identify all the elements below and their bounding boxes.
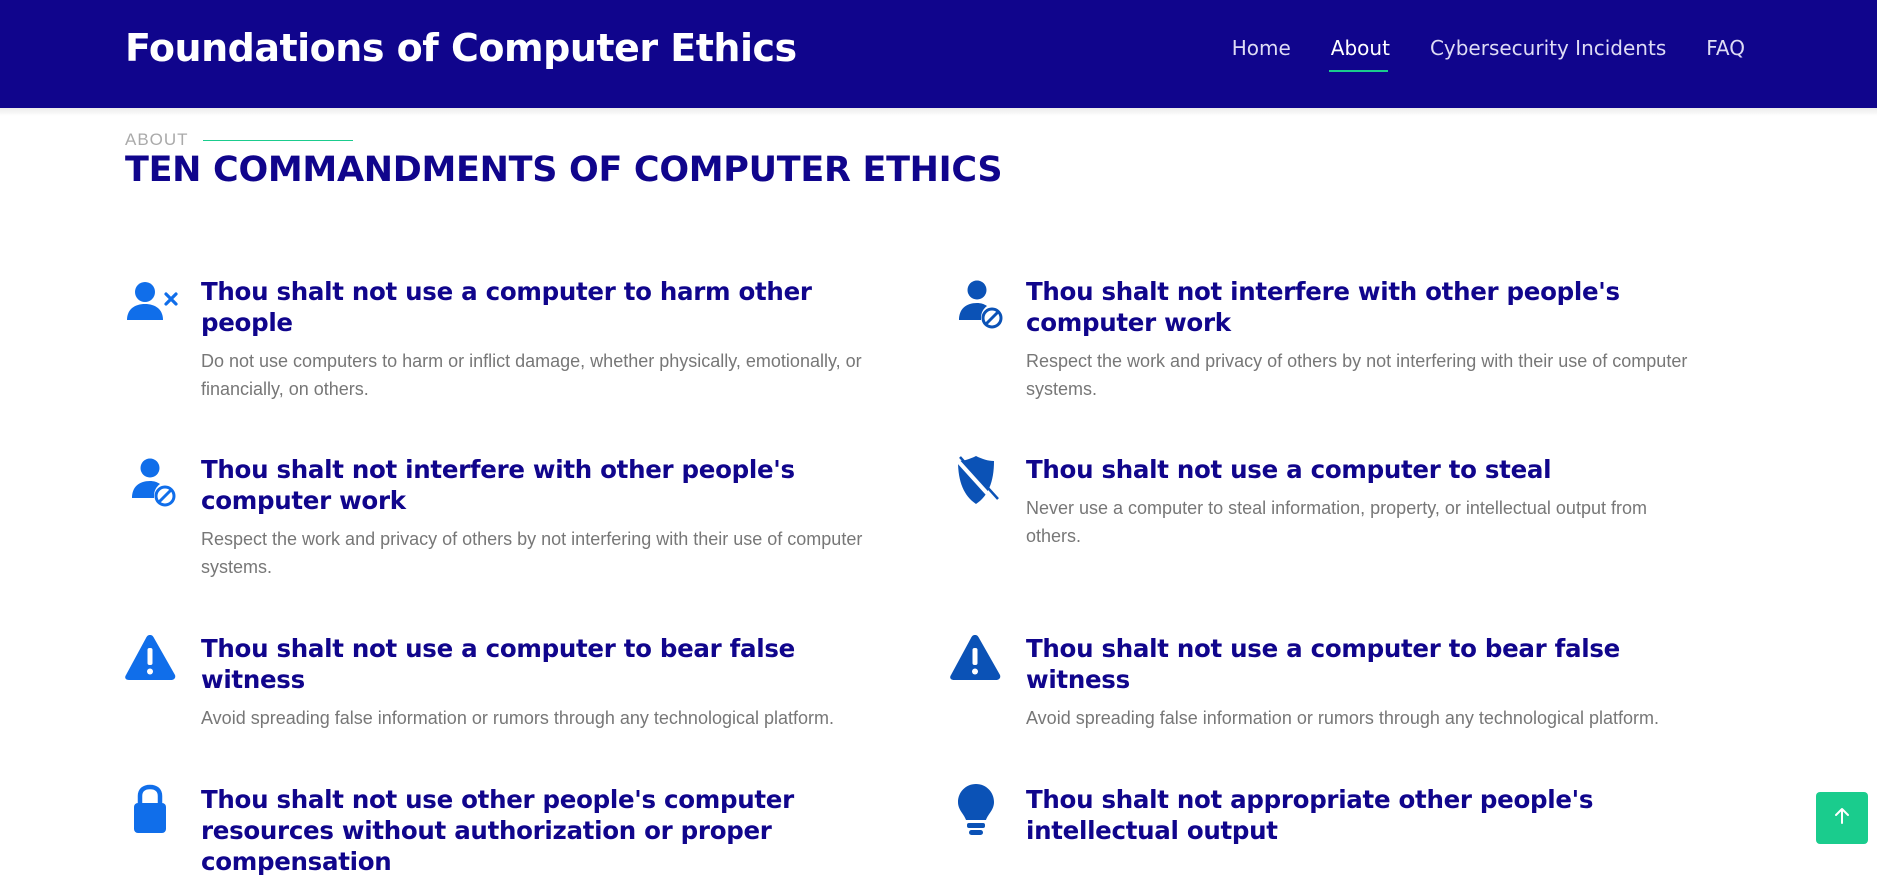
commandment-description: Never use a computer to steal informatio… — [1026, 498, 1647, 546]
commandment-title: Thou shalt not interfere with other peop… — [201, 455, 795, 515]
nav-home[interactable]: Home — [1232, 36, 1291, 72]
commandment-title: Thou shalt not use a computer to bear fa… — [1026, 634, 1620, 694]
commandment-title: Thou shalt not use other people's comput… — [201, 785, 794, 876]
commandment-title: Thou shalt not use a computer to bear fa… — [201, 634, 795, 694]
commandment-description: Avoid spreading false information or rum… — [201, 708, 835, 728]
section-kicker-label: ABOUT — [125, 130, 189, 149]
main-nav: Home About Cybersecurity Incidents FAQ — [1232, 36, 1745, 72]
top-header: Foundations of Computer Ethics Home Abou… — [0, 0, 1877, 108]
commandment-description: Avoid spreading false information or rum… — [1026, 708, 1660, 728]
commandment-title: Thou shalt not appropriate other people'… — [1026, 785, 1594, 845]
arrow-up-icon — [1832, 806, 1852, 831]
user-slash-icon — [125, 454, 181, 510]
commandment-title: Thou shalt not use a computer to harm ot… — [201, 277, 812, 337]
lock-icon — [125, 784, 181, 840]
section-title: TEN COMMANDMENTS OF COMPUTER ETHICS — [125, 150, 1003, 190]
section-kicker-line — [202, 139, 353, 141]
warning-icon — [125, 633, 181, 689]
lightbulb-icon — [950, 784, 1006, 840]
back-to-top-button[interactable] — [1816, 792, 1868, 844]
section-kicker: ABOUT — [125, 130, 353, 150]
commandment-description: Do not use computers to harm or inflict … — [201, 351, 862, 399]
user-slash-icon — [950, 276, 1006, 332]
commandment-description: Respect the work and privacy of others b… — [201, 529, 863, 577]
commandment-title: Thou shalt not interfere with other peop… — [1026, 277, 1620, 337]
nav-faq[interactable]: FAQ — [1706, 36, 1745, 72]
warning-icon — [950, 633, 1006, 689]
commandment-title: Thou shalt not use a computer to steal — [1026, 455, 1552, 484]
nav-about[interactable]: About — [1328, 36, 1390, 72]
commandment-description: Respect the work and privacy of others b… — [1026, 351, 1688, 399]
header-shadow — [0, 108, 1877, 116]
shield-slash-icon — [950, 454, 1006, 510]
nav-cybersecurity-incidents[interactable]: Cybersecurity Incidents — [1430, 36, 1666, 72]
site-brand[interactable]: Foundations of Computer Ethics — [125, 26, 797, 70]
user-x-icon — [125, 276, 181, 332]
